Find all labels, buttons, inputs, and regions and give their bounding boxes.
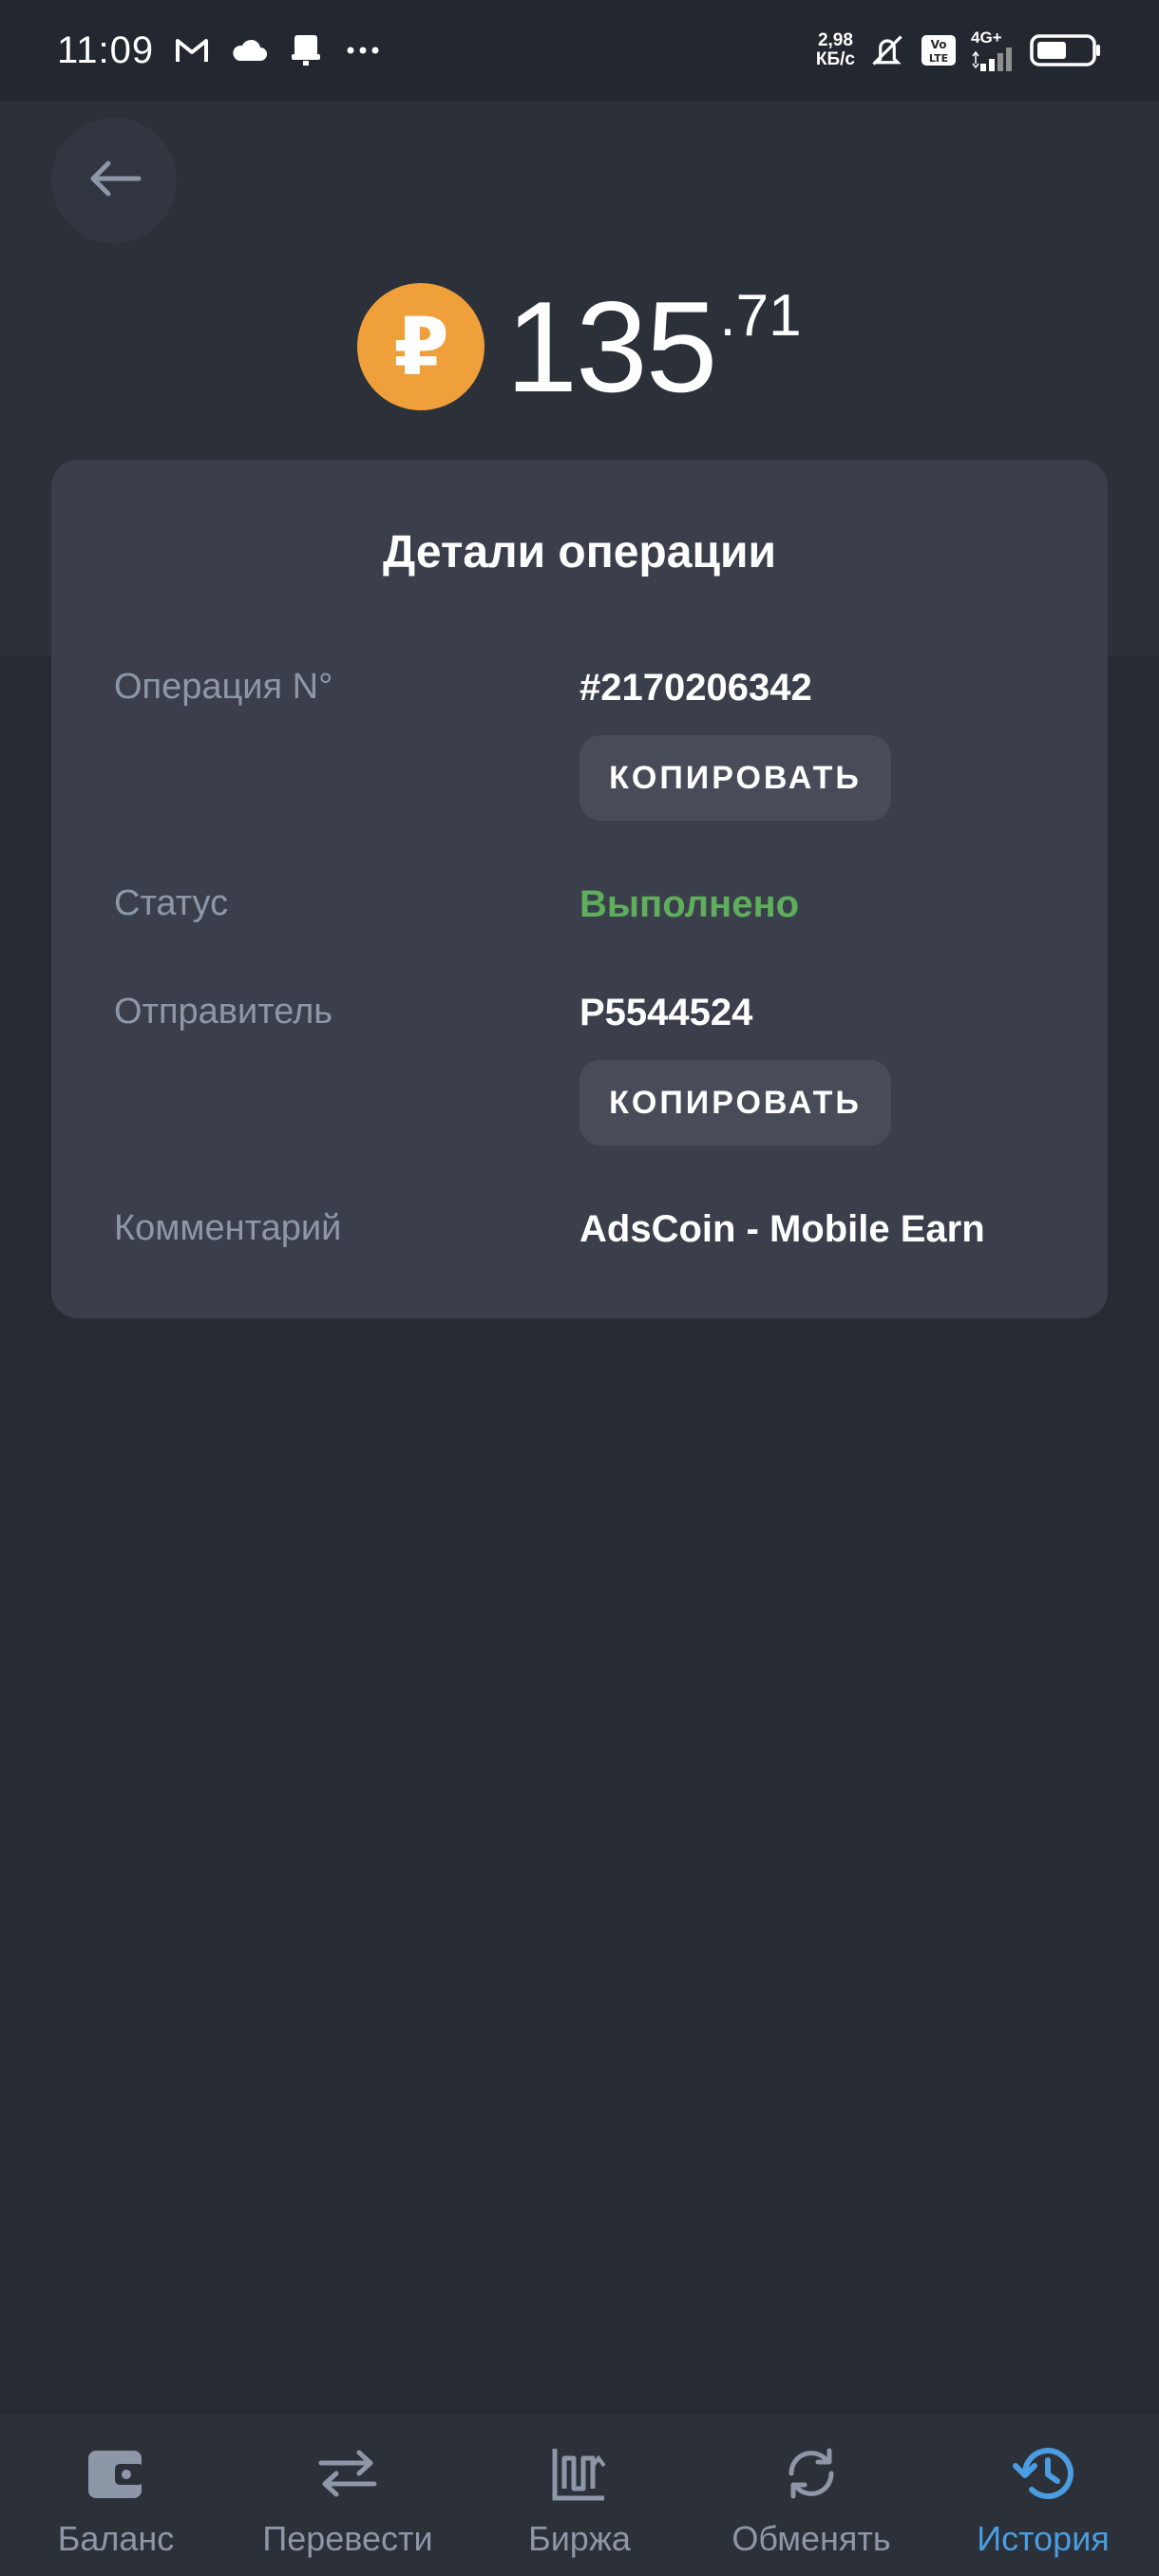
network-type: 4G+ (971, 28, 1002, 47)
copy-sender-button[interactable]: КОПИРОВАТЬ (580, 1060, 891, 1146)
operation-label: Операция N° (114, 667, 333, 707)
history-icon (1011, 2441, 1075, 2506)
details-card: Детали операции Операция N° #2170206342 … (51, 460, 1108, 1318)
cloud-icon (230, 31, 268, 69)
gmail-icon (173, 31, 211, 69)
status-time: 11:09 (57, 28, 155, 71)
bottom-nav: Баланс Перевести Биржа Обменять История (0, 2415, 1159, 2576)
operation-value: #2170206342 (580, 667, 812, 709)
wallet-icon (84, 2441, 148, 2506)
notification-icon (287, 31, 325, 69)
amount-row: ₽ 135 .71 (0, 275, 1159, 418)
nav-item-exchange[interactable]: Биржа (464, 2415, 695, 2576)
arrow-left-icon (86, 160, 142, 202)
nav-label-swap: Обменять (732, 2519, 891, 2558)
network-speed: 2,98 КБ/с (816, 31, 855, 69)
nav-label-transfer: Перевести (262, 2519, 433, 2558)
svg-text:Vo: Vo (931, 38, 947, 51)
nav-item-swap[interactable]: Обменять (695, 2415, 927, 2576)
amount-integer: 135 (505, 275, 717, 419)
status-bar-right: 2,98 КБ/с Vo LTE 4G+ (816, 29, 1102, 71)
screen: 11:09 2,98 КБ/с Vo LTE 4G+ ₽ 135 .71 Дет… (0, 0, 1159, 2576)
speed-unit: КБ/с (815, 49, 855, 69)
nav-item-history[interactable]: История (927, 2415, 1159, 2576)
sender-label: Отправитель (114, 992, 333, 1032)
copy-operation-button[interactable]: КОПИРОВАТЬ (580, 735, 891, 821)
amount-fraction: .71 (719, 283, 802, 349)
ruble-coin-icon: ₽ (357, 283, 485, 410)
exchange-chart-icon (547, 2441, 612, 2506)
coin-symbol: ₽ (393, 302, 449, 391)
comment-value: AdsCoin - Mobile Earn (580, 1208, 985, 1250)
status-label: Статус (114, 883, 229, 923)
nav-label-exchange: Биржа (528, 2519, 631, 2558)
volte-icon: Vo LTE (920, 31, 958, 69)
nav-item-balance[interactable]: Баланс (0, 2415, 232, 2576)
more-icon (344, 31, 382, 69)
nav-item-transfer[interactable]: Перевести (232, 2415, 464, 2576)
comment-label: Комментарий (114, 1208, 342, 1248)
nav-label-history: История (977, 2519, 1110, 2558)
status-bar: 11:09 2,98 КБ/с Vo LTE 4G+ (0, 0, 1159, 101)
nav-label-balance: Баланс (57, 2519, 175, 2558)
speed-value: 2,98 (817, 30, 853, 50)
card-title: Детали операции (383, 527, 776, 578)
transfer-icon (315, 2441, 380, 2506)
back-button[interactable] (51, 118, 177, 243)
sender-value: P5544524 (580, 992, 753, 1033)
svg-text:LTE: LTE (929, 52, 948, 65)
battery-icon (1030, 34, 1102, 66)
mute-icon (868, 31, 906, 69)
status-value: Выполнено (580, 883, 800, 925)
status-bar-left: 11:09 (57, 29, 382, 72)
signal-icon: 4G+ (971, 29, 1016, 71)
swap-icon (779, 2441, 844, 2506)
